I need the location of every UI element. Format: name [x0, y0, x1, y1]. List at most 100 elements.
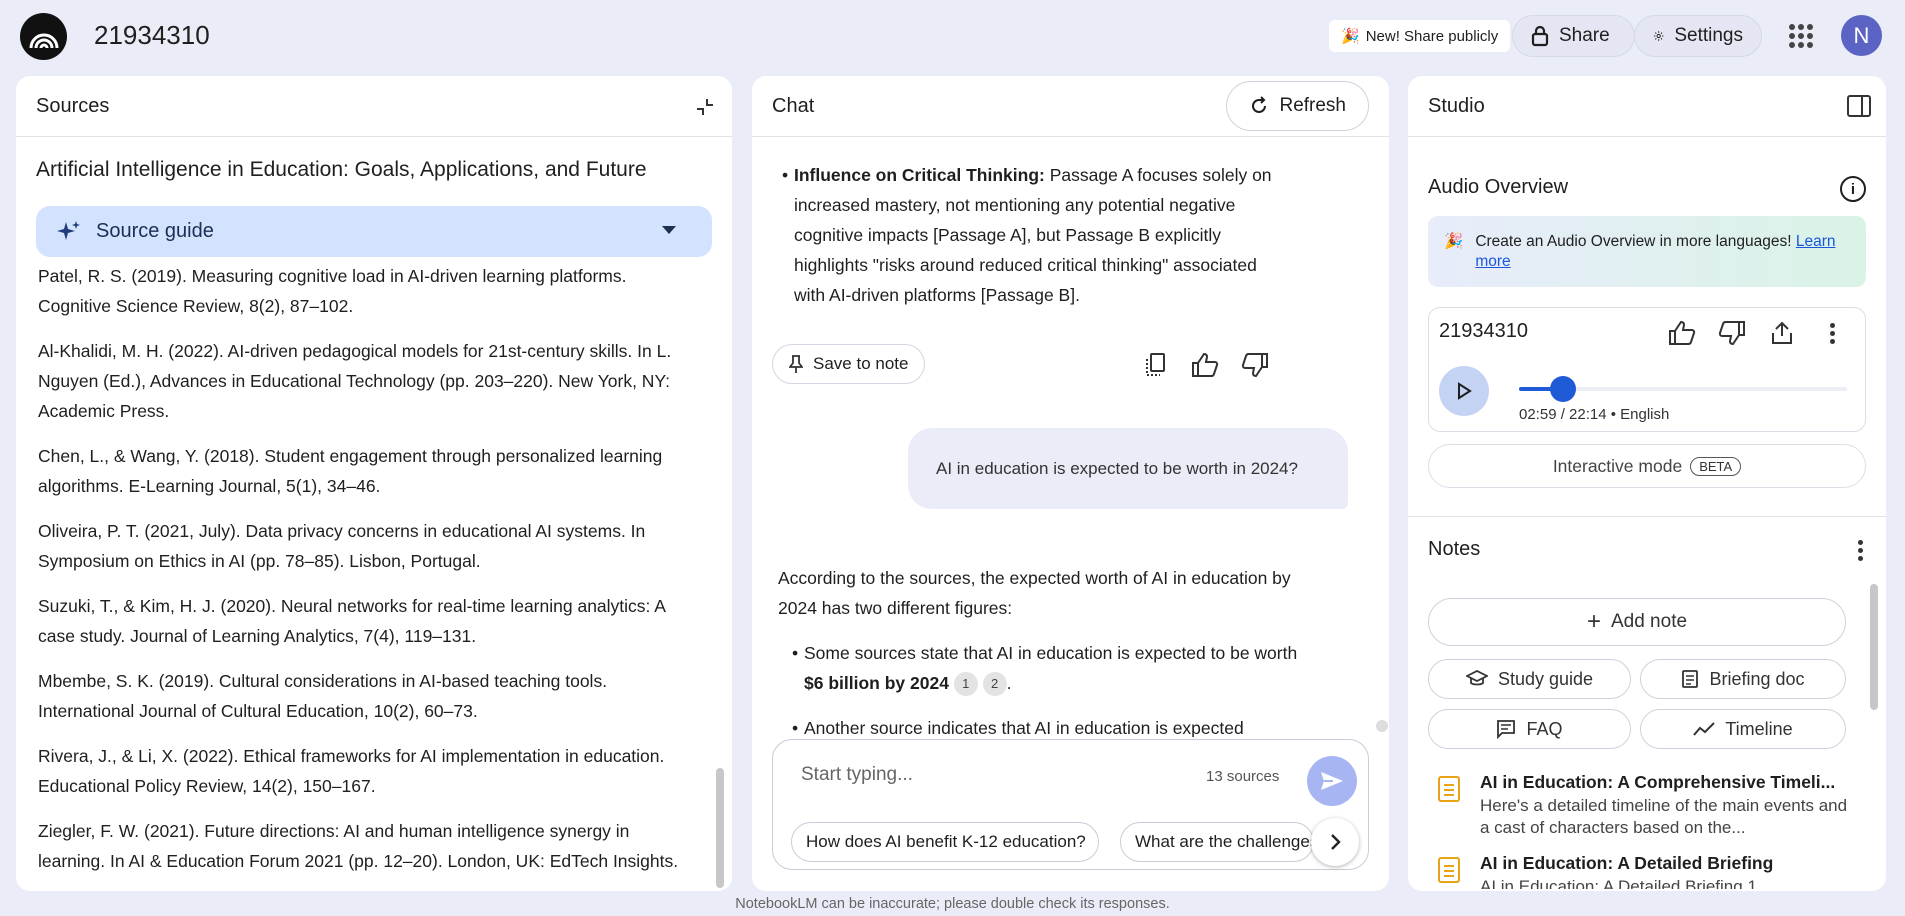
thumbs-down-icon[interactable]	[1717, 316, 1747, 350]
previous-answer-bullet: • Influence on Critical Thinking: Passag…	[782, 160, 1274, 310]
reference-item: Patel, R. S. (2019). Measuring cognitive…	[38, 266, 627, 316]
studio-title: Studio	[1428, 94, 1485, 117]
note-title: AI in Education: A Detailed Briefing	[1480, 853, 1774, 873]
thumbs-up-icon[interactable]	[1667, 316, 1697, 350]
answer-bullet: • Another source indicates that AI in ed…	[778, 713, 1298, 737]
bullet-dot: •	[792, 718, 799, 737]
beta-badge: BETA	[1690, 456, 1742, 476]
scroll-indicator[interactable]	[1376, 720, 1388, 732]
timeline-label: Timeline	[1725, 718, 1793, 739]
banner-text-wrap: Create an Audio Overview in more languag…	[1475, 232, 1850, 287]
trend-line-icon	[1693, 722, 1716, 736]
audio-card: 21934310 02:59 / 22:14 • English	[1428, 307, 1866, 432]
notes-scrollbar[interactable]	[1870, 584, 1878, 710]
settings-label: Settings	[1674, 25, 1743, 46]
document-icon	[1682, 670, 1699, 688]
citation-badge[interactable]: 2	[982, 672, 1007, 697]
user-message: AI in education is expected to be worth …	[908, 428, 1348, 509]
timeline-button[interactable]: Timeline	[1640, 709, 1846, 749]
share-button[interactable]: Share	[1512, 15, 1635, 57]
play-icon	[1458, 382, 1472, 400]
settings-button[interactable]: Settings	[1634, 15, 1762, 57]
add-note-button[interactable]: + Add note	[1428, 598, 1846, 646]
audio-title: 21934310	[1439, 320, 1528, 342]
note-item[interactable]: AI in Education: A Comprehensive Timeli.…	[1438, 772, 1858, 837]
refresh-label: Refresh	[1279, 95, 1346, 116]
chat-header: Chat Refresh	[752, 76, 1389, 137]
audio-progress-track[interactable]	[1519, 376, 1847, 402]
save-to-note-label: Save to note	[813, 354, 909, 373]
share-publicly-badge[interactable]: 🎉 New! Share publicly	[1329, 20, 1511, 52]
copy-icon[interactable]	[1138, 348, 1172, 382]
reference-item: Rivera, J., & Li, X. (2022). Ethical fra…	[38, 746, 665, 796]
answer-bullet-text: Another source indicates that AI in educ…	[804, 718, 1244, 737]
share-publicly-label: New! Share publicly	[1365, 27, 1499, 45]
source-guide-toggle[interactable]: Source guide	[36, 206, 712, 257]
plus-icon: +	[1586, 608, 1601, 635]
reference-item: Oliveira, P. T. (2021, July). Data priva…	[38, 521, 646, 571]
chat-input[interactable]: Start typing...	[801, 764, 913, 786]
note-item[interactable]: AI in Education: A Detailed Briefing AI …	[1438, 853, 1858, 889]
more-vert-icon[interactable]	[1858, 540, 1864, 561]
note-title: AI in Education: A Comprehensive Timeli.…	[1480, 772, 1836, 792]
briefing-doc-label: Briefing doc	[1709, 668, 1805, 689]
chat-title: Chat	[772, 94, 815, 117]
interactive-mode-label: Interactive mode	[1552, 455, 1683, 476]
chat-panel: Chat Refresh • Influence on Critical Thi…	[752, 76, 1389, 891]
reference-item: Ziegler, F. W. (2021). Future directions…	[38, 821, 679, 871]
play-button[interactable]	[1439, 366, 1489, 416]
studio-header: Studio	[1408, 76, 1886, 137]
audio-overview-title: Audio Overview	[1428, 176, 1569, 198]
reference-list: Patel, R. S. (2019). Measuring cognitive…	[38, 261, 698, 891]
avatar[interactable]: N	[1841, 15, 1882, 56]
study-guide-button[interactable]: Study guide	[1428, 659, 1631, 699]
sources-scrollbar[interactable]	[716, 768, 724, 888]
refresh-button[interactable]: Refresh	[1226, 81, 1369, 131]
graduation-cap-icon	[1465, 670, 1488, 686]
chevron-right-icon[interactable]	[1311, 818, 1359, 866]
chat-bubble-icon	[1497, 720, 1516, 739]
send-icon	[1321, 772, 1343, 790]
note-body: AI in Education: A Detailed Briefing 1.	[1480, 877, 1762, 889]
answer-bullet-prefix: Some sources state that AI in education …	[804, 643, 1298, 663]
briefing-doc-button[interactable]: Briefing doc	[1640, 659, 1846, 699]
sources-header: Sources	[16, 76, 732, 137]
sources-panel: Sources Artificial Intelligence in Educa…	[16, 76, 732, 891]
suggestion-chip[interactable]: How does AI benefit K-12 education?	[791, 822, 1099, 862]
notebooklm-logo-icon[interactable]	[20, 13, 67, 60]
citation-badge[interactable]: 1	[953, 672, 978, 697]
notebook-title[interactable]: 21934310	[94, 20, 210, 51]
bullet-dot: •	[792, 643, 799, 663]
upload-share-icon[interactable]	[1767, 316, 1797, 350]
share-label: Share	[1559, 25, 1610, 46]
info-icon[interactable]: i	[1840, 176, 1866, 202]
interactive-mode-button[interactable]: Interactive mode BETA	[1428, 444, 1866, 488]
reference-item: Chen, L., & Wang, Y. (2018). Student eng…	[38, 446, 663, 496]
banner-text: Create an Audio Overview in more languag…	[1475, 233, 1796, 250]
refresh-icon	[1252, 96, 1267, 113]
save-to-note-button[interactable]: Save to note	[772, 344, 926, 384]
bullet-text: Passage A focuses solely on increased ma…	[794, 165, 1272, 305]
send-button[interactable]	[1307, 756, 1357, 806]
gear-icon	[1653, 31, 1664, 41]
pin-icon	[789, 355, 803, 373]
thumbs-down-icon[interactable]	[1238, 348, 1272, 382]
party-icon: 🎉	[1341, 28, 1360, 45]
audio-time: 02:59 / 22:14 • English	[1519, 406, 1670, 423]
side-panel-icon[interactable]	[1846, 94, 1872, 118]
apps-grid-icon[interactable]	[1789, 24, 1813, 48]
faq-button[interactable]: FAQ	[1428, 709, 1631, 749]
party-icon: 🎉	[1444, 233, 1464, 250]
reference-item: Al-Khalidi, M. H. (2022). AI-driven peda…	[38, 341, 672, 421]
collapse-icon[interactable]	[694, 96, 716, 118]
suggestion-chip[interactable]: What are the challenges	[1120, 822, 1314, 862]
lock-icon	[1531, 25, 1549, 47]
thumbs-up-icon[interactable]	[1188, 348, 1222, 382]
assistant-answer: According to the sources, the expected w…	[778, 563, 1298, 737]
bullet-heading: Influence on Critical Thinking:	[794, 165, 1045, 185]
studio-panel: Studio Audio Overview i 🎉 Create an Audi…	[1408, 76, 1886, 891]
source-guide-label: Source guide	[96, 220, 214, 242]
reference-item: Suzuki, T., & Kim, H. J. (2020). Neural …	[38, 596, 666, 646]
audio-progress-thumb[interactable]	[1550, 376, 1577, 402]
more-vert-icon[interactable]	[1817, 316, 1847, 350]
